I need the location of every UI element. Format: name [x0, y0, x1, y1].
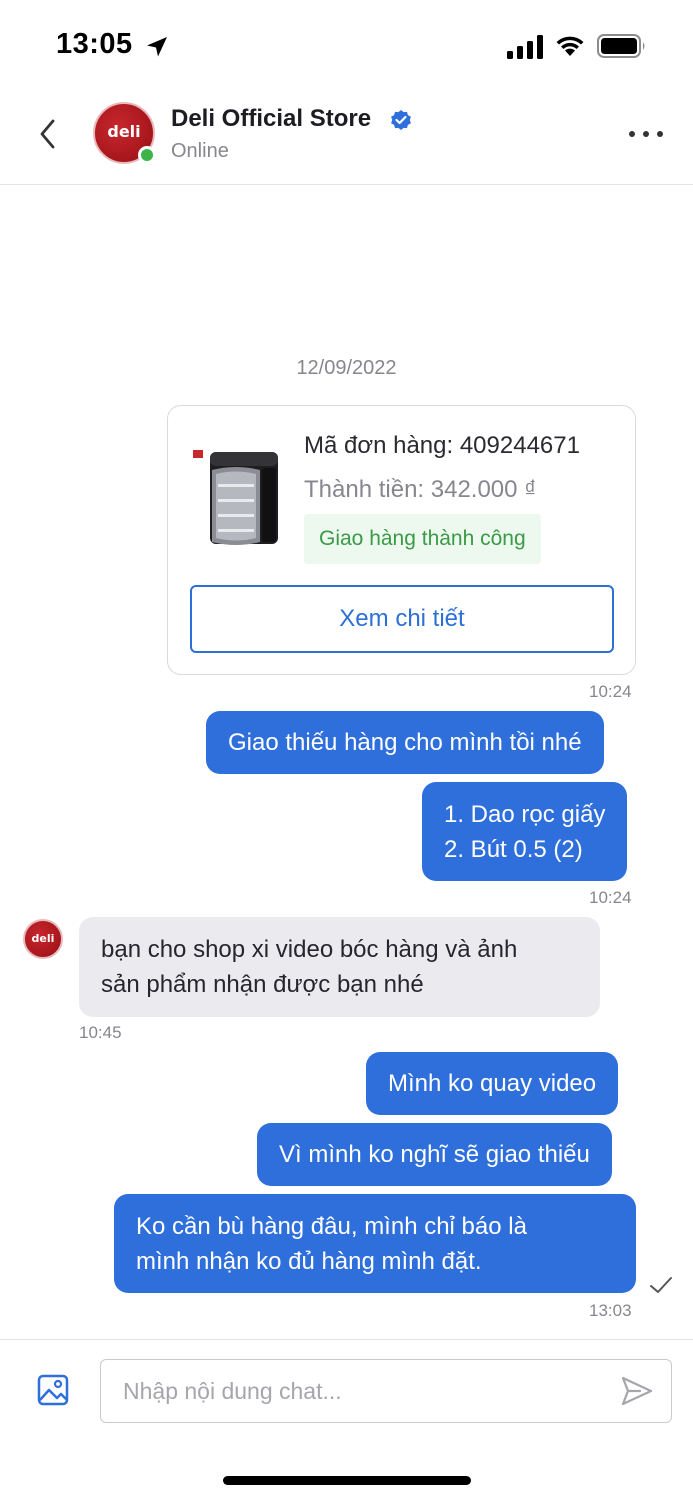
message-text: Ko cần bù hàng đâu, mình chỉ báo là [136, 1213, 527, 1240]
message-bubble-out: 1. Dao rọc giấy 2. Bút 0.5 (2) [422, 782, 628, 881]
image-icon[interactable] [36, 1373, 70, 1407]
signal-icon [507, 35, 543, 59]
order-id: Mã đơn hàng: 409244671 [304, 432, 580, 459]
message-text: Mình ko quay video [388, 1070, 597, 1097]
status-bar: 13:05 [0, 0, 693, 92]
message-text: 2. Bút 0.5 (2) [444, 836, 583, 863]
message-text: 1. Dao rọc giấy [444, 801, 606, 828]
message-text: Vì mình ko nghĩ sẽ giao thiếu [279, 1141, 590, 1168]
back-icon[interactable] [34, 116, 62, 152]
view-detail-button[interactable]: Xem chi tiết [190, 585, 614, 653]
message-time: 10:45 [79, 1023, 122, 1042]
product-thumbnail[interactable] [190, 444, 286, 554]
message-text: Giao thiếu hàng cho mình tồi nhé [228, 729, 582, 756]
deli-logo: deli [31, 932, 55, 945]
battery-icon [597, 34, 645, 58]
message-bubble-out: Mình ko quay video [366, 1052, 619, 1115]
send-icon[interactable] [620, 1375, 654, 1407]
message-text: sản phẩm nhận được bạn nhé [101, 971, 424, 998]
check-icon [650, 1277, 672, 1293]
message-bubble-out: Giao thiếu hàng cho mình tồi nhé [206, 711, 604, 774]
message-bubble-out: Vì mình ko nghĩ sẽ giao thiếu [257, 1123, 612, 1186]
home-indicator [223, 1476, 471, 1485]
order-card: Mã đơn hàng: 409244671 Thành tiền: 342.0… [167, 405, 636, 675]
message-bubble-in: bạn cho shop xi video bóc hàng và ảnh sả… [79, 917, 600, 1017]
message-time: 13:03 [589, 1301, 632, 1320]
status-time: 13:05 [56, 28, 133, 60]
message-text: mình nhận ko đủ hàng mình đặt. [136, 1248, 482, 1275]
store-name[interactable]: Deli Official Store [171, 105, 371, 133]
more-icon[interactable] [628, 128, 664, 140]
online-status: Online [171, 140, 229, 162]
wifi-icon [556, 36, 584, 56]
message-text: bạn cho shop xi video bóc hàng và ảnh [101, 936, 518, 963]
date-separator: 12/09/2022 [296, 357, 397, 379]
online-indicator [138, 146, 156, 164]
shop-avatar: deli [23, 919, 63, 959]
chat-input[interactable] [100, 1359, 672, 1423]
chat-header: deli Deli Official Store Online [0, 92, 693, 185]
location-arrow-icon [147, 37, 167, 57]
order-card-time: 10:24 [589, 682, 632, 701]
message-time: 10:24 [589, 888, 632, 907]
message-bubble-out: Ko cần bù hàng đâu, mình chỉ báo là mình… [114, 1194, 636, 1293]
deli-logo: deli [107, 122, 141, 141]
order-status-badge: Giao hàng thành công [304, 514, 541, 564]
order-total: Thành tiền: 342.000 ₫ [304, 476, 537, 503]
verified-icon [391, 110, 411, 130]
